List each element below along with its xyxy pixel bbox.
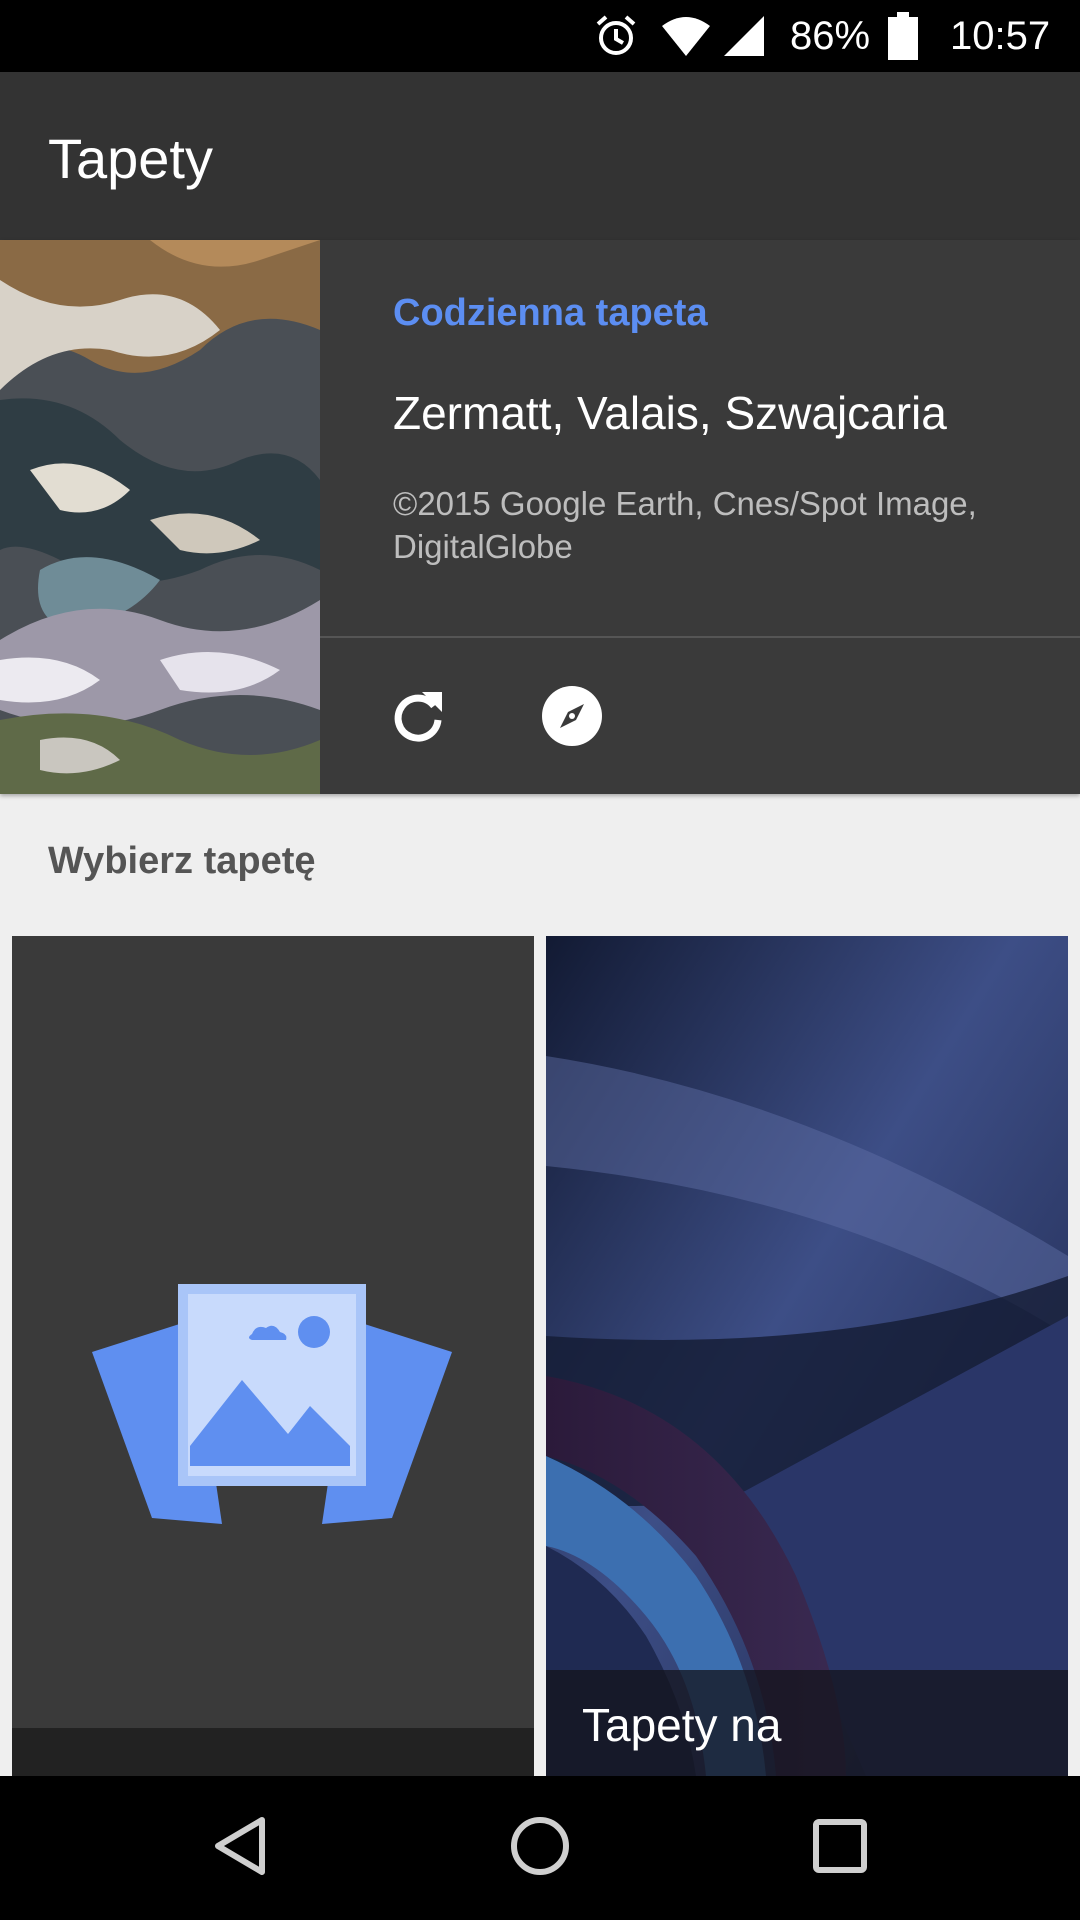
daily-wallpaper-label: Codzienna tapeta <box>393 292 708 334</box>
my-photos-icon <box>92 1284 452 1529</box>
clock: 10:57 <box>950 13 1051 58</box>
refresh-button[interactable] <box>376 676 460 760</box>
wifi-icon <box>660 0 712 72</box>
wallpapers-tile[interactable]: Tapety na <box>546 936 1068 1776</box>
navigation-bar <box>0 1776 1080 1920</box>
recents-button[interactable] <box>792 1800 888 1896</box>
back-button[interactable] <box>192 1800 288 1896</box>
explore-button[interactable] <box>530 676 614 760</box>
home-button[interactable] <box>492 1800 588 1896</box>
refresh-icon <box>388 686 448 751</box>
page-title: Tapety <box>48 127 213 190</box>
daily-wallpaper-thumbnail[interactable] <box>0 240 320 794</box>
app-bar: Tapety <box>0 72 1080 240</box>
recents-icon <box>810 1816 870 1881</box>
explore-icon <box>540 684 604 753</box>
signal-icon <box>722 0 766 72</box>
alarm-icon <box>594 0 638 72</box>
wallpaper-location: Zermatt, Valais, Szwajcaria <box>393 387 947 439</box>
back-icon <box>210 1814 270 1883</box>
daily-wallpaper-card[interactable]: Codzienna tapeta Zermatt, Valais, Szwajc… <box>0 240 1080 794</box>
my-photos-tile[interactable] <box>12 936 534 1776</box>
wallpaper-attribution: ©2015 Google Earth, Cnes/Spot Image, Dig… <box>393 485 977 565</box>
battery-percent: 86% <box>790 13 871 58</box>
home-icon <box>508 1814 572 1883</box>
tile-caption-bar: Tapety na <box>546 1670 1068 1776</box>
section-title: Wybierz tapetę <box>48 840 316 882</box>
tile-footer <box>12 1728 534 1776</box>
status-bar: 86% 10:57 <box>0 0 1080 72</box>
battery-icon <box>888 0 918 72</box>
divider <box>320 636 1080 638</box>
wallpaper-preview <box>546 936 1068 1776</box>
tile-caption: Tapety na <box>582 1699 782 1751</box>
